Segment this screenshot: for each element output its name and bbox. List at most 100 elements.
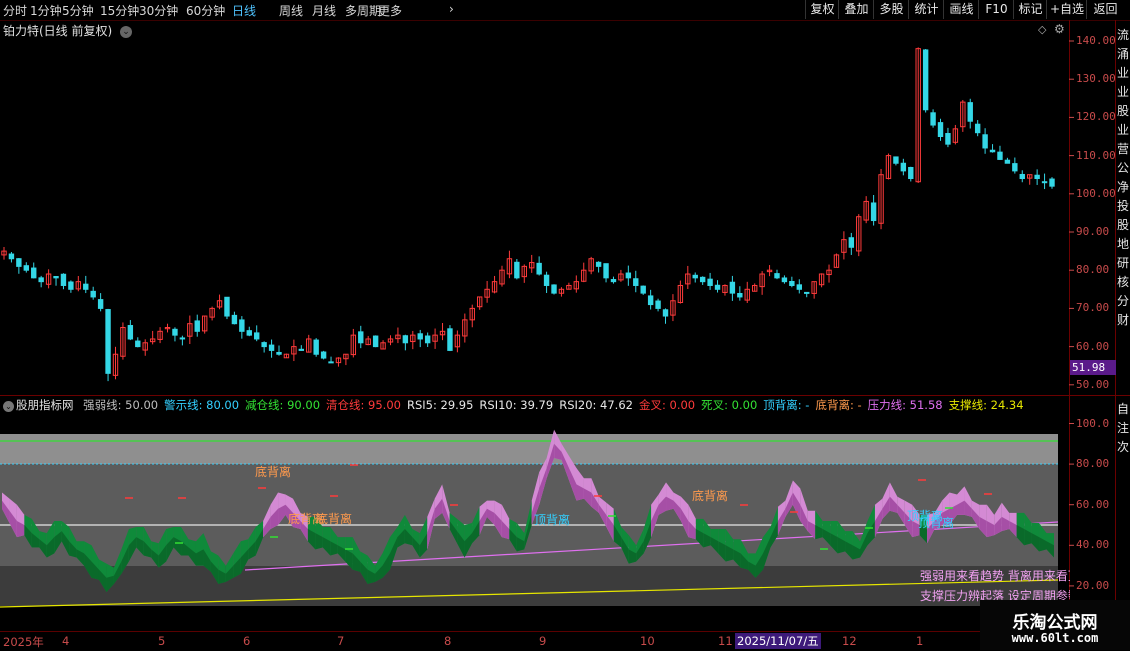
candle-body xyxy=(967,102,973,122)
candle-body xyxy=(105,309,111,374)
f10-side-tabs[interactable]: 流涌业业股业营公净投股地研核分财 xyxy=(1117,26,1130,388)
candle-body xyxy=(60,273,67,286)
indicator-param: RSI20: 47.62 xyxy=(559,398,633,412)
date-tick-label: 1 xyxy=(916,634,924,648)
indicator-param: 死叉: 0.00 xyxy=(701,398,758,412)
candle-body xyxy=(53,275,59,279)
candle-body xyxy=(848,237,855,248)
candle-body xyxy=(97,299,104,309)
price-tick-label: 90.00 xyxy=(1076,225,1110,238)
indicator-param: 底背离: - xyxy=(815,398,862,412)
candle-body xyxy=(135,340,141,348)
candle-body xyxy=(737,293,743,298)
candle-body xyxy=(8,253,15,260)
candle-body xyxy=(699,276,706,283)
price-tick-label: 100.00 xyxy=(1076,186,1116,200)
candle-body xyxy=(655,300,661,309)
side-tabs-lower[interactable]: 自注次 xyxy=(1117,400,1130,460)
price-tick-label: 120.00 xyxy=(1076,110,1116,124)
candle-body xyxy=(603,263,609,279)
price-tick-label: 50.00 xyxy=(1076,377,1110,391)
indicator-tick-label: 40.00 xyxy=(1076,538,1110,552)
candle-body xyxy=(298,348,305,351)
candle-body xyxy=(261,342,267,348)
price-tick-label: 80.00 xyxy=(1076,263,1110,277)
date-tick-label: 6 xyxy=(243,634,251,648)
candle-body xyxy=(68,281,74,290)
candle-body xyxy=(1012,163,1018,172)
candle-body xyxy=(982,134,988,149)
candle-body xyxy=(31,267,37,279)
candle-body xyxy=(937,122,944,137)
indicator-param: 强弱线: 50.00 xyxy=(83,398,159,412)
indicator-param: 顶背离: - xyxy=(763,398,810,412)
candle-body xyxy=(328,361,334,364)
indicator-tick-label: 80.00 xyxy=(1076,457,1110,471)
current-price-badge: 51.98 xyxy=(1070,360,1116,375)
price-tick-label: 60.00 xyxy=(1076,339,1110,353)
candle-body xyxy=(647,295,654,306)
candle-body xyxy=(989,149,996,153)
watermark-site: 乐淘公式网 xyxy=(1012,613,1098,633)
indicator-toggle-icon[interactable]: ⌄ xyxy=(3,401,14,412)
divergence-label: 底背离 xyxy=(255,464,291,479)
candle-body xyxy=(781,277,788,283)
candle-body xyxy=(625,272,632,279)
candle-body xyxy=(313,339,319,355)
price-tick-label: 70.00 xyxy=(1076,301,1110,315)
candle-body xyxy=(276,351,282,355)
candle-body xyxy=(707,278,713,286)
candle-body xyxy=(922,49,929,111)
candle-body xyxy=(246,330,252,336)
candle-body xyxy=(662,309,669,317)
candle-body xyxy=(536,262,542,275)
candle-body xyxy=(1041,181,1048,184)
date-tick-label: 11 xyxy=(718,634,733,648)
indicator-note-1: 强弱用来看趋势 背离用来看顶 xyxy=(920,569,1070,583)
candle-body xyxy=(893,156,899,164)
indicator-param: 金叉: 0.00 xyxy=(638,398,696,412)
candle-body xyxy=(997,151,1003,160)
candle-body xyxy=(640,285,646,294)
candle-body xyxy=(714,284,721,290)
candle-body xyxy=(127,325,134,340)
candle-body xyxy=(796,284,802,290)
candle-body xyxy=(38,277,44,283)
candle-body xyxy=(900,162,907,172)
candlestick-series xyxy=(1,47,1055,382)
candle-body xyxy=(945,133,951,145)
candle-body xyxy=(268,344,275,351)
date-tick-label: 5 xyxy=(158,634,166,648)
divergence-label: 顶背离 xyxy=(918,515,954,530)
candle-body xyxy=(789,280,795,286)
price-tick-label: 140.00 xyxy=(1076,34,1116,47)
indicator-param: 压力线: 51.58 xyxy=(867,398,943,412)
candle-body xyxy=(633,278,639,286)
indicator-tick-label: 20.00 xyxy=(1076,578,1110,592)
candle-body xyxy=(417,333,423,340)
candle-body xyxy=(1019,173,1025,180)
candle-body xyxy=(908,166,914,180)
candle-body xyxy=(1034,174,1040,180)
price-tick-label: 130.00 xyxy=(1076,72,1116,86)
candle-body xyxy=(729,281,736,294)
candle-body xyxy=(543,274,550,286)
candle-body xyxy=(930,112,936,126)
candle-body xyxy=(774,273,780,279)
indicator-name[interactable]: 股朋指标网 xyxy=(16,398,74,412)
candle-body xyxy=(194,320,200,332)
date-tick-label: 9 xyxy=(539,634,547,648)
crosshair-date: 2025/11/07/五 xyxy=(735,633,821,649)
date-tick-label: 8 xyxy=(444,634,452,648)
candle-body xyxy=(1004,159,1011,164)
indicator-band-top xyxy=(0,434,1058,464)
indicator-tick-label: 100.0 xyxy=(1076,416,1110,430)
candle-body xyxy=(692,274,698,279)
indicator-params: ⌄ 股朋指标网 强弱线: 50.00 警示线: 80.00 减仓线: 90.00 清仓线… xyxy=(0,397,1070,413)
candle-body xyxy=(372,335,379,348)
candle-body xyxy=(23,265,29,271)
candle-body xyxy=(1049,178,1055,187)
candle-body xyxy=(16,258,22,267)
watermark: 乐淘公式网 www.60lt.com xyxy=(980,600,1130,650)
indicator-param: RSI5: 29.95 xyxy=(406,398,474,412)
